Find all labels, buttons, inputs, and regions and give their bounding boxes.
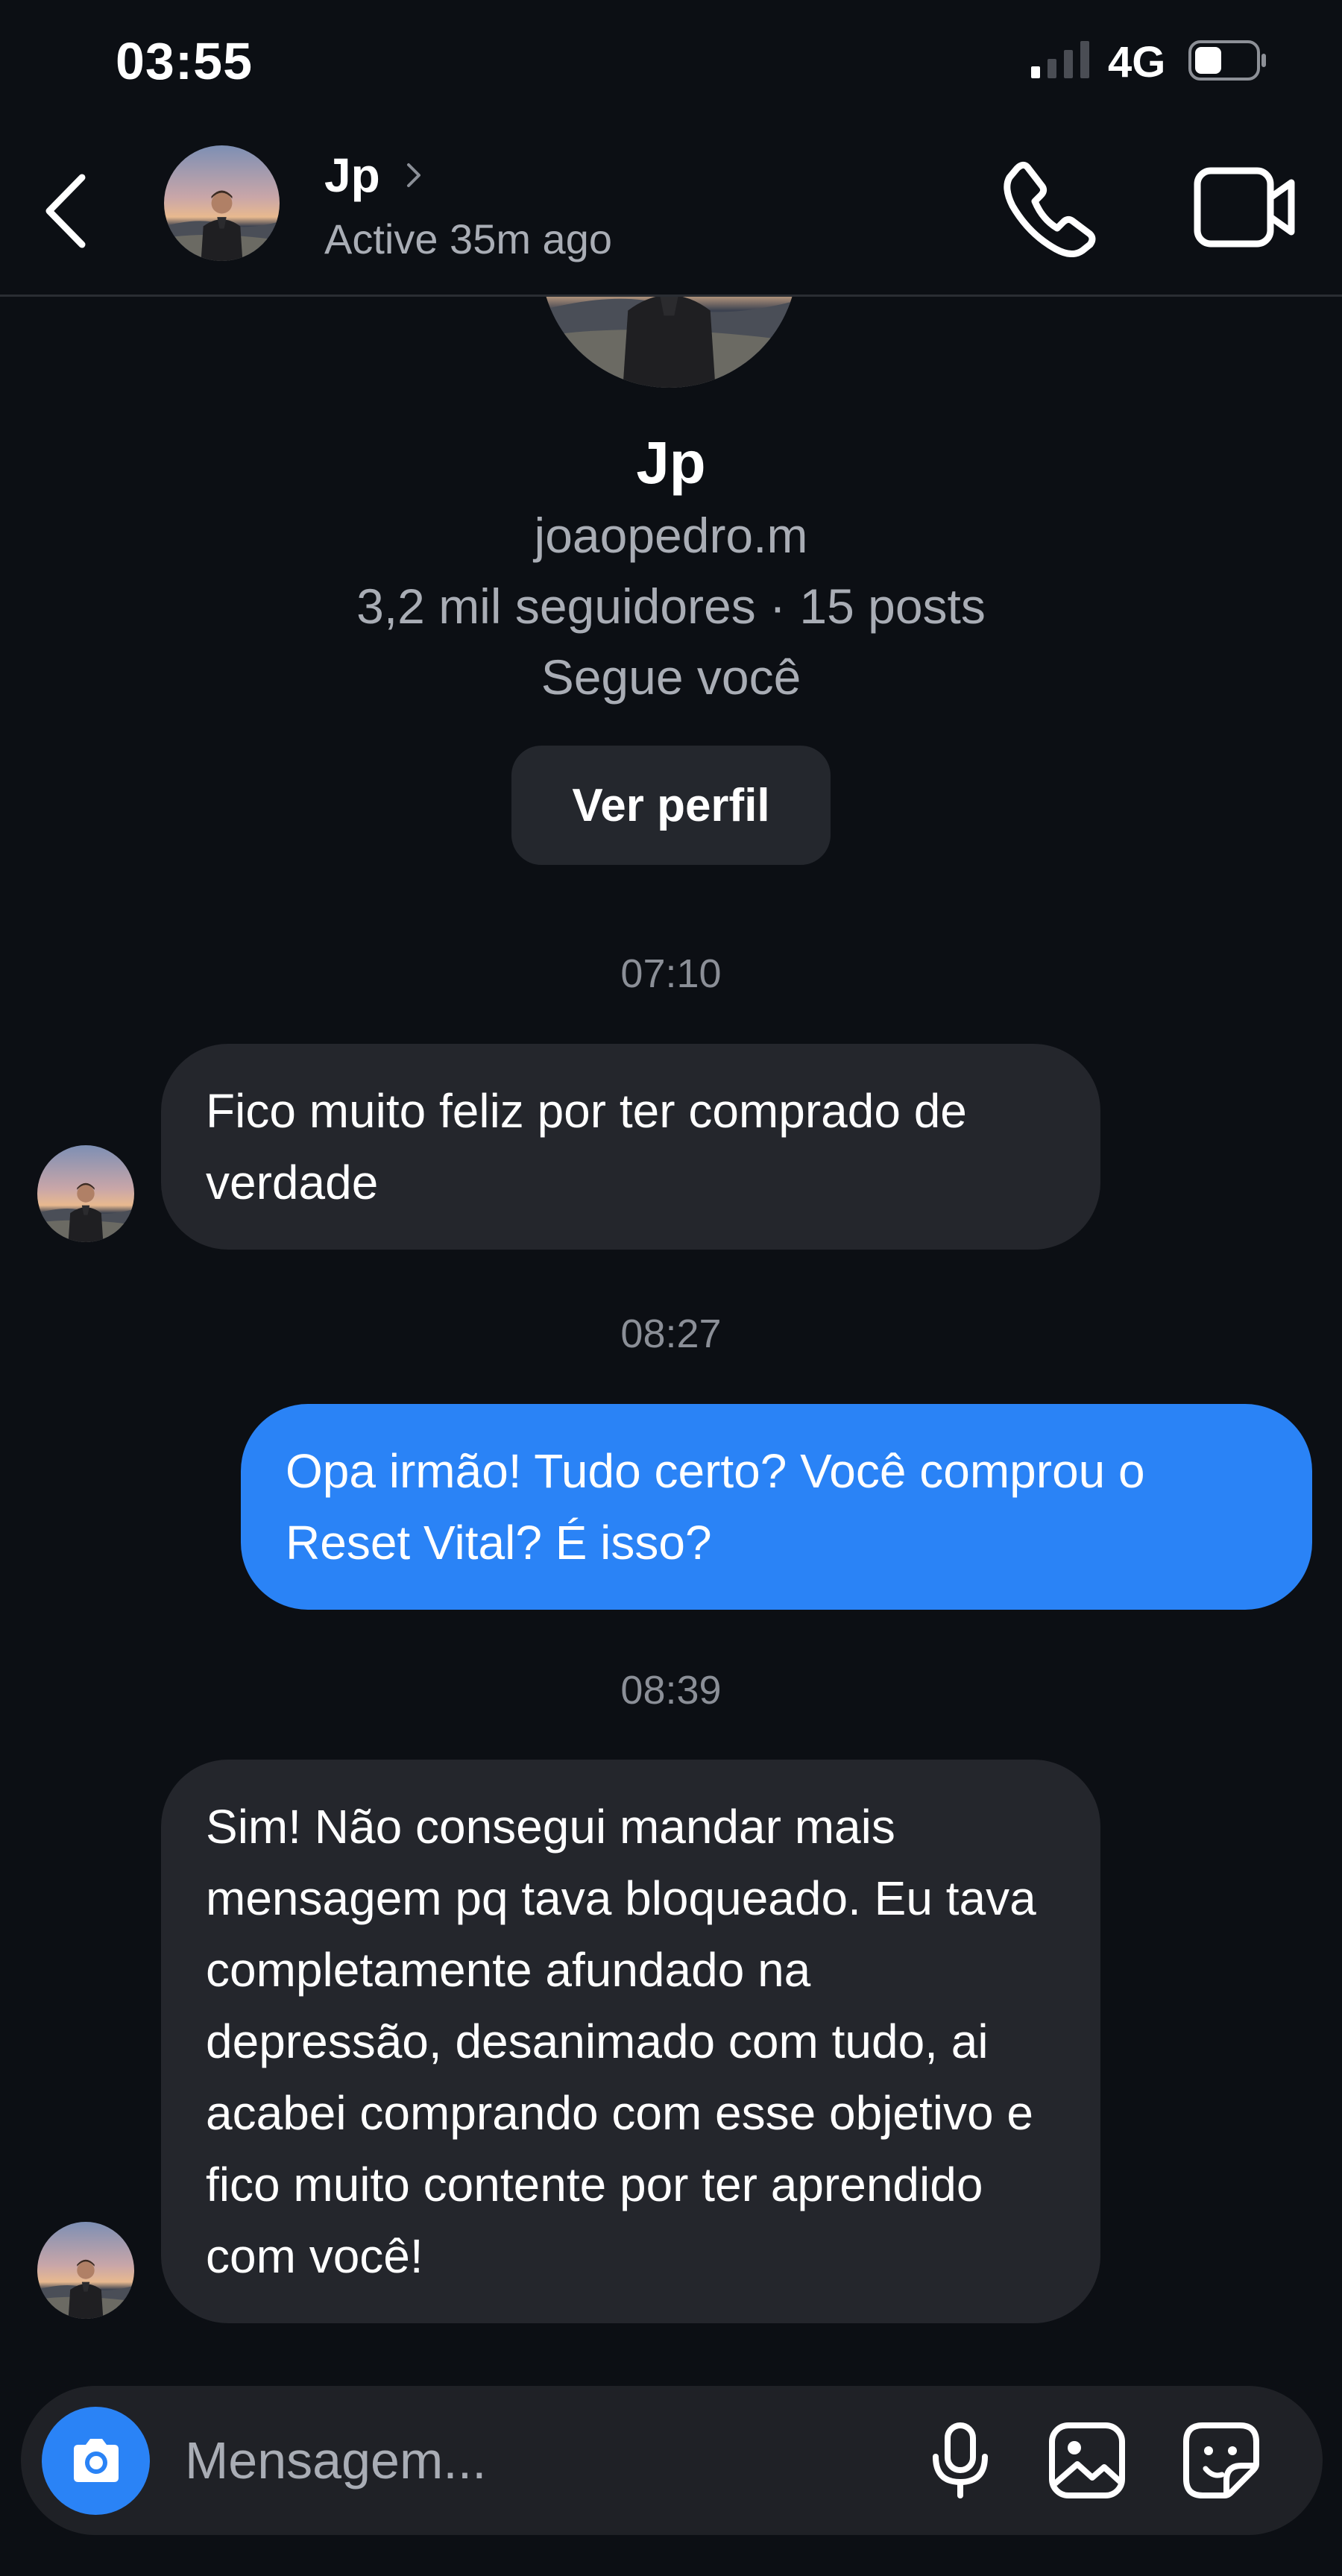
phone-icon[interactable] <box>999 157 1100 257</box>
back-arrow-icon[interactable] <box>36 163 103 259</box>
contact-name-row[interactable]: Jp <box>324 148 425 203</box>
video-camera-icon[interactable] <box>1193 160 1297 253</box>
message-composer <box>21 2386 1323 2535</box>
profile-username: joaopedro.m <box>534 508 808 563</box>
message-bubble-incoming[interactable]: Sim! Não consegui mandar mais mensagem p… <box>161 1760 1100 2323</box>
contact-name[interactable]: Jp <box>324 148 380 203</box>
view-profile-button[interactable]: Ver perfil <box>511 746 831 865</box>
message-timestamp: 07:10 <box>620 951 722 996</box>
chevron-right-icon <box>406 163 420 187</box>
profile-name: Jp <box>636 429 706 496</box>
camera-icon <box>73 2438 119 2482</box>
chat-header: Jp Active 35m ago <box>0 127 1342 297</box>
microphone-icon[interactable] <box>919 2419 1001 2501</box>
camera-button[interactable] <box>42 2407 150 2515</box>
battery-icon <box>1188 40 1266 81</box>
message-bubble-outgoing[interactable]: Opa irmão! Tudo certo? Você comprou o Re… <box>241 1404 1312 1610</box>
sender-avatar[interactable] <box>37 2222 134 2319</box>
message-timestamp: 08:39 <box>620 1668 722 1713</box>
avatar-image <box>164 145 280 261</box>
sender-avatar[interactable] <box>37 1145 134 1242</box>
activity-status: Active 35m ago <box>324 215 612 262</box>
cellular-signal-icon <box>1031 41 1089 78</box>
sender-avatar-image <box>37 1145 134 1242</box>
profile-stats: 3,2 mil seguidores · 15 posts <box>356 579 986 634</box>
follow-status: Segue você <box>541 649 801 705</box>
gallery-icon[interactable] <box>1046 2419 1128 2501</box>
status-time: 03:55 <box>116 32 253 90</box>
message-timestamp: 08:27 <box>620 1311 722 1356</box>
sender-avatar-image <box>37 2222 134 2319</box>
message-bubble-incoming[interactable]: Fico muito feliz por ter comprado de ver… <box>161 1044 1100 1250</box>
status-bar: 03:55 4G <box>0 0 1342 127</box>
network-type: 4G <box>1108 38 1166 86</box>
sticker-icon[interactable] <box>1180 2419 1262 2501</box>
avatar[interactable] <box>164 145 280 261</box>
message-input[interactable] <box>185 2416 871 2505</box>
